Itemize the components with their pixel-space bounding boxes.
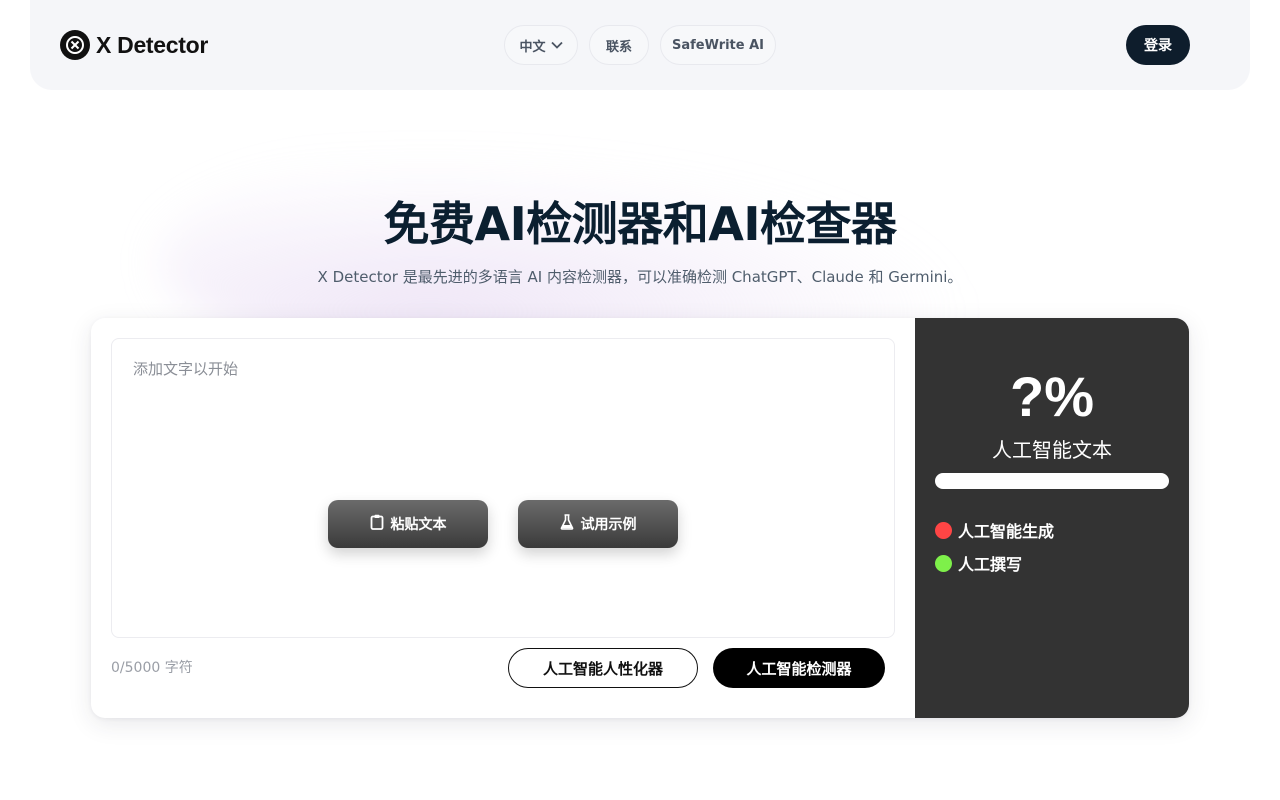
- ai-probability-bar: [935, 473, 1169, 489]
- page-subtitle: X Detector 是最先进的多语言 AI 内容检测器，可以准确检测 Chat…: [317, 268, 963, 286]
- login-button[interactable]: 登录: [1126, 25, 1190, 65]
- try-example-label: 试用示例: [580, 517, 637, 533]
- chevron-down-icon: [550, 41, 563, 49]
- clipboard-icon: [370, 514, 384, 534]
- logo-text: X Detector: [96, 31, 209, 58]
- flask-icon: [560, 514, 574, 534]
- nav-contact[interactable]: 联系: [589, 25, 649, 65]
- paste-text-label: 粘贴文本: [390, 517, 447, 533]
- paste-text-button[interactable]: 粘贴文本: [328, 500, 488, 548]
- legend-human-written: 人工撰写: [935, 551, 1022, 575]
- legend-human-written-label: 人工撰写: [958, 555, 1023, 574]
- top-navbar: X Detector 中文 联系 SafeWrite AI: [30, 0, 1250, 90]
- logo-icon: [60, 30, 90, 60]
- legend-ai-generated: 人工智能生成: [935, 518, 1054, 542]
- page-title: 免费AI检测器和AI检查器: [383, 197, 897, 251]
- text-input-area[interactable]: 添加文字以开始 粘贴文本 试用示例: [111, 338, 895, 638]
- ai-detector-button[interactable]: 人工智能检测器: [713, 648, 885, 688]
- try-example-button[interactable]: 试用示例: [518, 500, 678, 548]
- nav-safewrite[interactable]: SafeWrite AI: [660, 25, 776, 65]
- ai-humanizer-button[interactable]: 人工智能人性化器: [508, 648, 698, 688]
- brand-logo[interactable]: X Detector: [60, 30, 208, 60]
- language-label: 中文: [519, 39, 546, 55]
- character-counter: 0/5000 字符: [111, 660, 193, 676]
- text-input-placeholder: 添加文字以开始: [133, 360, 239, 378]
- ai-percentage-label: 人工智能文本: [992, 438, 1112, 462]
- red-dot-icon: [935, 521, 952, 539]
- legend-ai-generated-label: 人工智能生成: [958, 522, 1055, 541]
- result-panel: ?% 人工智能文本 人工智能生成 人工撰写: [915, 318, 1189, 718]
- detector-card: 添加文字以开始 粘贴文本 试用示例 0/5000 字符 人工智能人性化器 人工智…: [91, 318, 1189, 718]
- green-dot-icon: [935, 554, 952, 572]
- ai-percentage: ?%: [1010, 365, 1094, 428]
- language-selector[interactable]: 中文: [504, 25, 578, 65]
